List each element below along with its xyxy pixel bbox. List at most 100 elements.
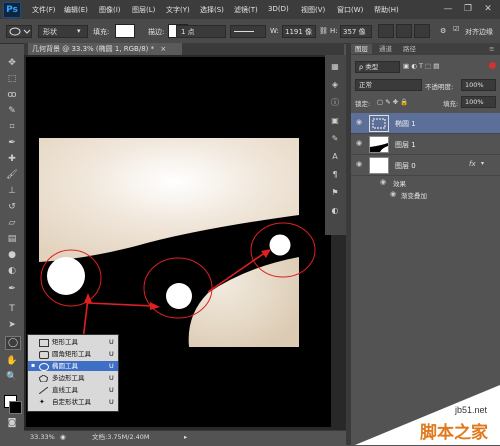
menu-image[interactable]: 图像(I) (99, 5, 121, 15)
gear-icon[interactable]: ⚙ (440, 27, 446, 35)
rectangle-tool-item[interactable]: 矩形工具 U (28, 337, 118, 347)
menu-file[interactable]: 文件(F) (32, 5, 56, 15)
properties-icon[interactable]: ▣ (329, 115, 341, 127)
visibility-eye-icon[interactable]: ◉ (389, 190, 397, 198)
menu-type[interactable]: 文字(Y) (166, 5, 190, 15)
status-menu-icon[interactable]: ◉ (60, 431, 66, 444)
background-color-swatch[interactable] (9, 401, 22, 414)
status-bar: 33.33% ◉ 文档:3.75M/2.40M ▸ (24, 430, 346, 446)
menu-select[interactable]: 选择(S) (200, 5, 224, 15)
dodge-tool-icon[interactable]: ◐ (5, 265, 19, 277)
layer-thumbnail (369, 136, 389, 153)
ellipse-tool-item[interactable]: ▪ 椭圆工具 U (28, 361, 118, 371)
menu-view[interactable]: 视图(V) (301, 5, 325, 15)
menu-filter[interactable]: 滤镜(T) (234, 5, 258, 15)
paragraph-icon[interactable]: ¶ (329, 169, 341, 181)
adjustments-icon[interactable]: ◐ (329, 205, 341, 217)
link-icon[interactable]: ⛓ (319, 27, 328, 35)
blur-tool-icon[interactable]: ● (5, 249, 19, 261)
eyedropper-tool-icon[interactable]: ✒ (5, 137, 19, 149)
quick-mask-icon[interactable]: ◙ (5, 417, 19, 429)
history-icon[interactable]: ◈ (329, 79, 341, 91)
close-window-button[interactable]: ✕ (480, 3, 496, 15)
document-tab[interactable]: 几何背景 @ 33.3% (椭圆 1, RGB/8) * × (28, 43, 182, 55)
layer-row-ellipse[interactable]: ◉ 椭圆 1 (351, 113, 500, 134)
layer-row-layer-0[interactable]: ◉ 图层 0 fx ▾ (351, 155, 500, 176)
align-edges-checkbox[interactable]: ☑ (453, 25, 459, 33)
path-operations-button[interactable] (378, 24, 394, 38)
opacity-field[interactable]: 100% (461, 79, 496, 91)
visibility-eye-icon[interactable]: ◉ (355, 118, 363, 126)
filter-type-icons[interactable]: ▣ ◐ T ⬚ ▤ (403, 62, 439, 70)
info-icon[interactable]: ⓘ (329, 97, 341, 109)
path-alignment-button[interactable] (396, 24, 412, 38)
menu-layer[interactable]: 图层(L) (132, 5, 155, 15)
close-tab-icon[interactable]: × (160, 45, 166, 53)
effects-row[interactable]: ◉ 效果 (351, 176, 500, 188)
crop-tool-icon[interactable]: ⌗ (5, 121, 19, 133)
character-icon[interactable]: A (329, 151, 341, 163)
layer-row-layer-1[interactable]: ◉ 图层 1 (351, 134, 500, 155)
polygon-tool-item[interactable]: 多边形工具 U (28, 373, 118, 383)
tool-preset-picker[interactable] (6, 25, 32, 38)
minimize-button[interactable]: — (440, 3, 456, 15)
visibility-eye-icon[interactable]: ◉ (379, 178, 387, 186)
stroke-width-field[interactable]: 1 点 (176, 25, 226, 38)
lock-label: 锁定: (355, 100, 371, 108)
menu-edit[interactable]: 编辑(E) (64, 5, 88, 15)
eraser-tool-icon[interactable]: ▱ (5, 217, 19, 229)
quick-selection-tool-icon[interactable]: ✎ (5, 105, 19, 117)
height-field[interactable]: 357 像 (340, 25, 372, 38)
rounded-rectangle-tool-item[interactable]: 圆角矩形工具 U (28, 349, 118, 359)
collapsed-panels-strip: ▦ ◈ ⓘ ▣ ✎ A ¶ ⚑ ◐ (325, 55, 346, 235)
history-brush-tool-icon[interactable]: ↺ (5, 201, 19, 213)
move-tool-icon[interactable]: ✥ (5, 57, 19, 69)
gradient-overlay-row[interactable]: ◉ 渐变叠加 (351, 188, 500, 200)
zoom-tool-icon[interactable]: 🔍 (5, 371, 19, 383)
brush-presets-icon[interactable]: ✎ (329, 133, 341, 145)
pen-tool-icon[interactable]: ✒ (5, 283, 19, 295)
visibility-eye-icon[interactable]: ◉ (355, 160, 363, 168)
histogram-icon[interactable]: ▦ (329, 61, 341, 73)
stroke-type-select[interactable] (230, 25, 266, 38)
marquee-tool-icon[interactable]: ⬚ (5, 73, 19, 85)
blend-mode-select[interactable]: 正常 (355, 79, 422, 91)
panel-menu-icon[interactable]: ≡ (485, 44, 498, 54)
clone-stamp-tool-icon[interactable]: ⊥ (5, 185, 19, 197)
menu-window[interactable]: 窗口(W) (337, 5, 363, 15)
tab-paths[interactable]: 路径 (399, 44, 420, 54)
mode-select[interactable]: 形状 ▾ (38, 25, 88, 38)
watermark-url: jb51.net (455, 405, 488, 415)
healing-brush-tool-icon[interactable]: ✚ (5, 153, 19, 165)
white-circle-left (47, 257, 85, 295)
tab-channels[interactable]: 通道 (375, 44, 396, 54)
path-arrangement-button[interactable] (414, 24, 430, 38)
lasso-tool-icon[interactable]: ꝏ (5, 89, 19, 101)
styles-icon[interactable]: ⚑ (329, 187, 341, 199)
restore-button[interactable]: ❐ (460, 3, 476, 15)
filter-toggle-icon[interactable] (489, 62, 496, 69)
fill-swatch[interactable] (115, 24, 135, 38)
tab-layers[interactable]: 图层 (351, 44, 372, 54)
fill-label: 填充: (93, 28, 110, 36)
line-tool-item[interactable]: 直线工具 U (28, 385, 118, 395)
chevron-down-icon[interactable]: ▾ (481, 160, 484, 167)
layer-filter-select[interactable]: ρ 类型 (355, 61, 400, 73)
type-tool-icon[interactable]: T (5, 303, 19, 315)
custom-shape-tool-item[interactable]: ✦ 自定形状工具 U (28, 397, 118, 407)
brush-tool-icon[interactable]: 🖌 (5, 169, 19, 181)
path-selection-tool-icon[interactable]: ➤ (5, 319, 19, 331)
fx-badge[interactable]: fx (469, 160, 476, 168)
ellipse-tool-icon[interactable]: ◯ (5, 336, 21, 350)
menu-3d[interactable]: 3D(D) (268, 5, 289, 13)
fill-field[interactable]: 100% (461, 96, 496, 108)
layer-name: 图层 1 (395, 141, 416, 149)
menu-help[interactable]: 帮助(H) (374, 5, 399, 15)
lock-icons[interactable]: ▢ ✎ ✥ 🔒 (377, 98, 408, 106)
zoom-level[interactable]: 33.33% (30, 431, 55, 444)
width-field[interactable]: 1191 像 (282, 25, 316, 38)
hand-tool-icon[interactable]: ✋ (5, 355, 19, 367)
visibility-eye-icon[interactable]: ◉ (355, 139, 363, 147)
gradient-tool-icon[interactable]: ▤ (5, 233, 19, 245)
status-arrow-icon[interactable]: ▸ (184, 431, 187, 444)
